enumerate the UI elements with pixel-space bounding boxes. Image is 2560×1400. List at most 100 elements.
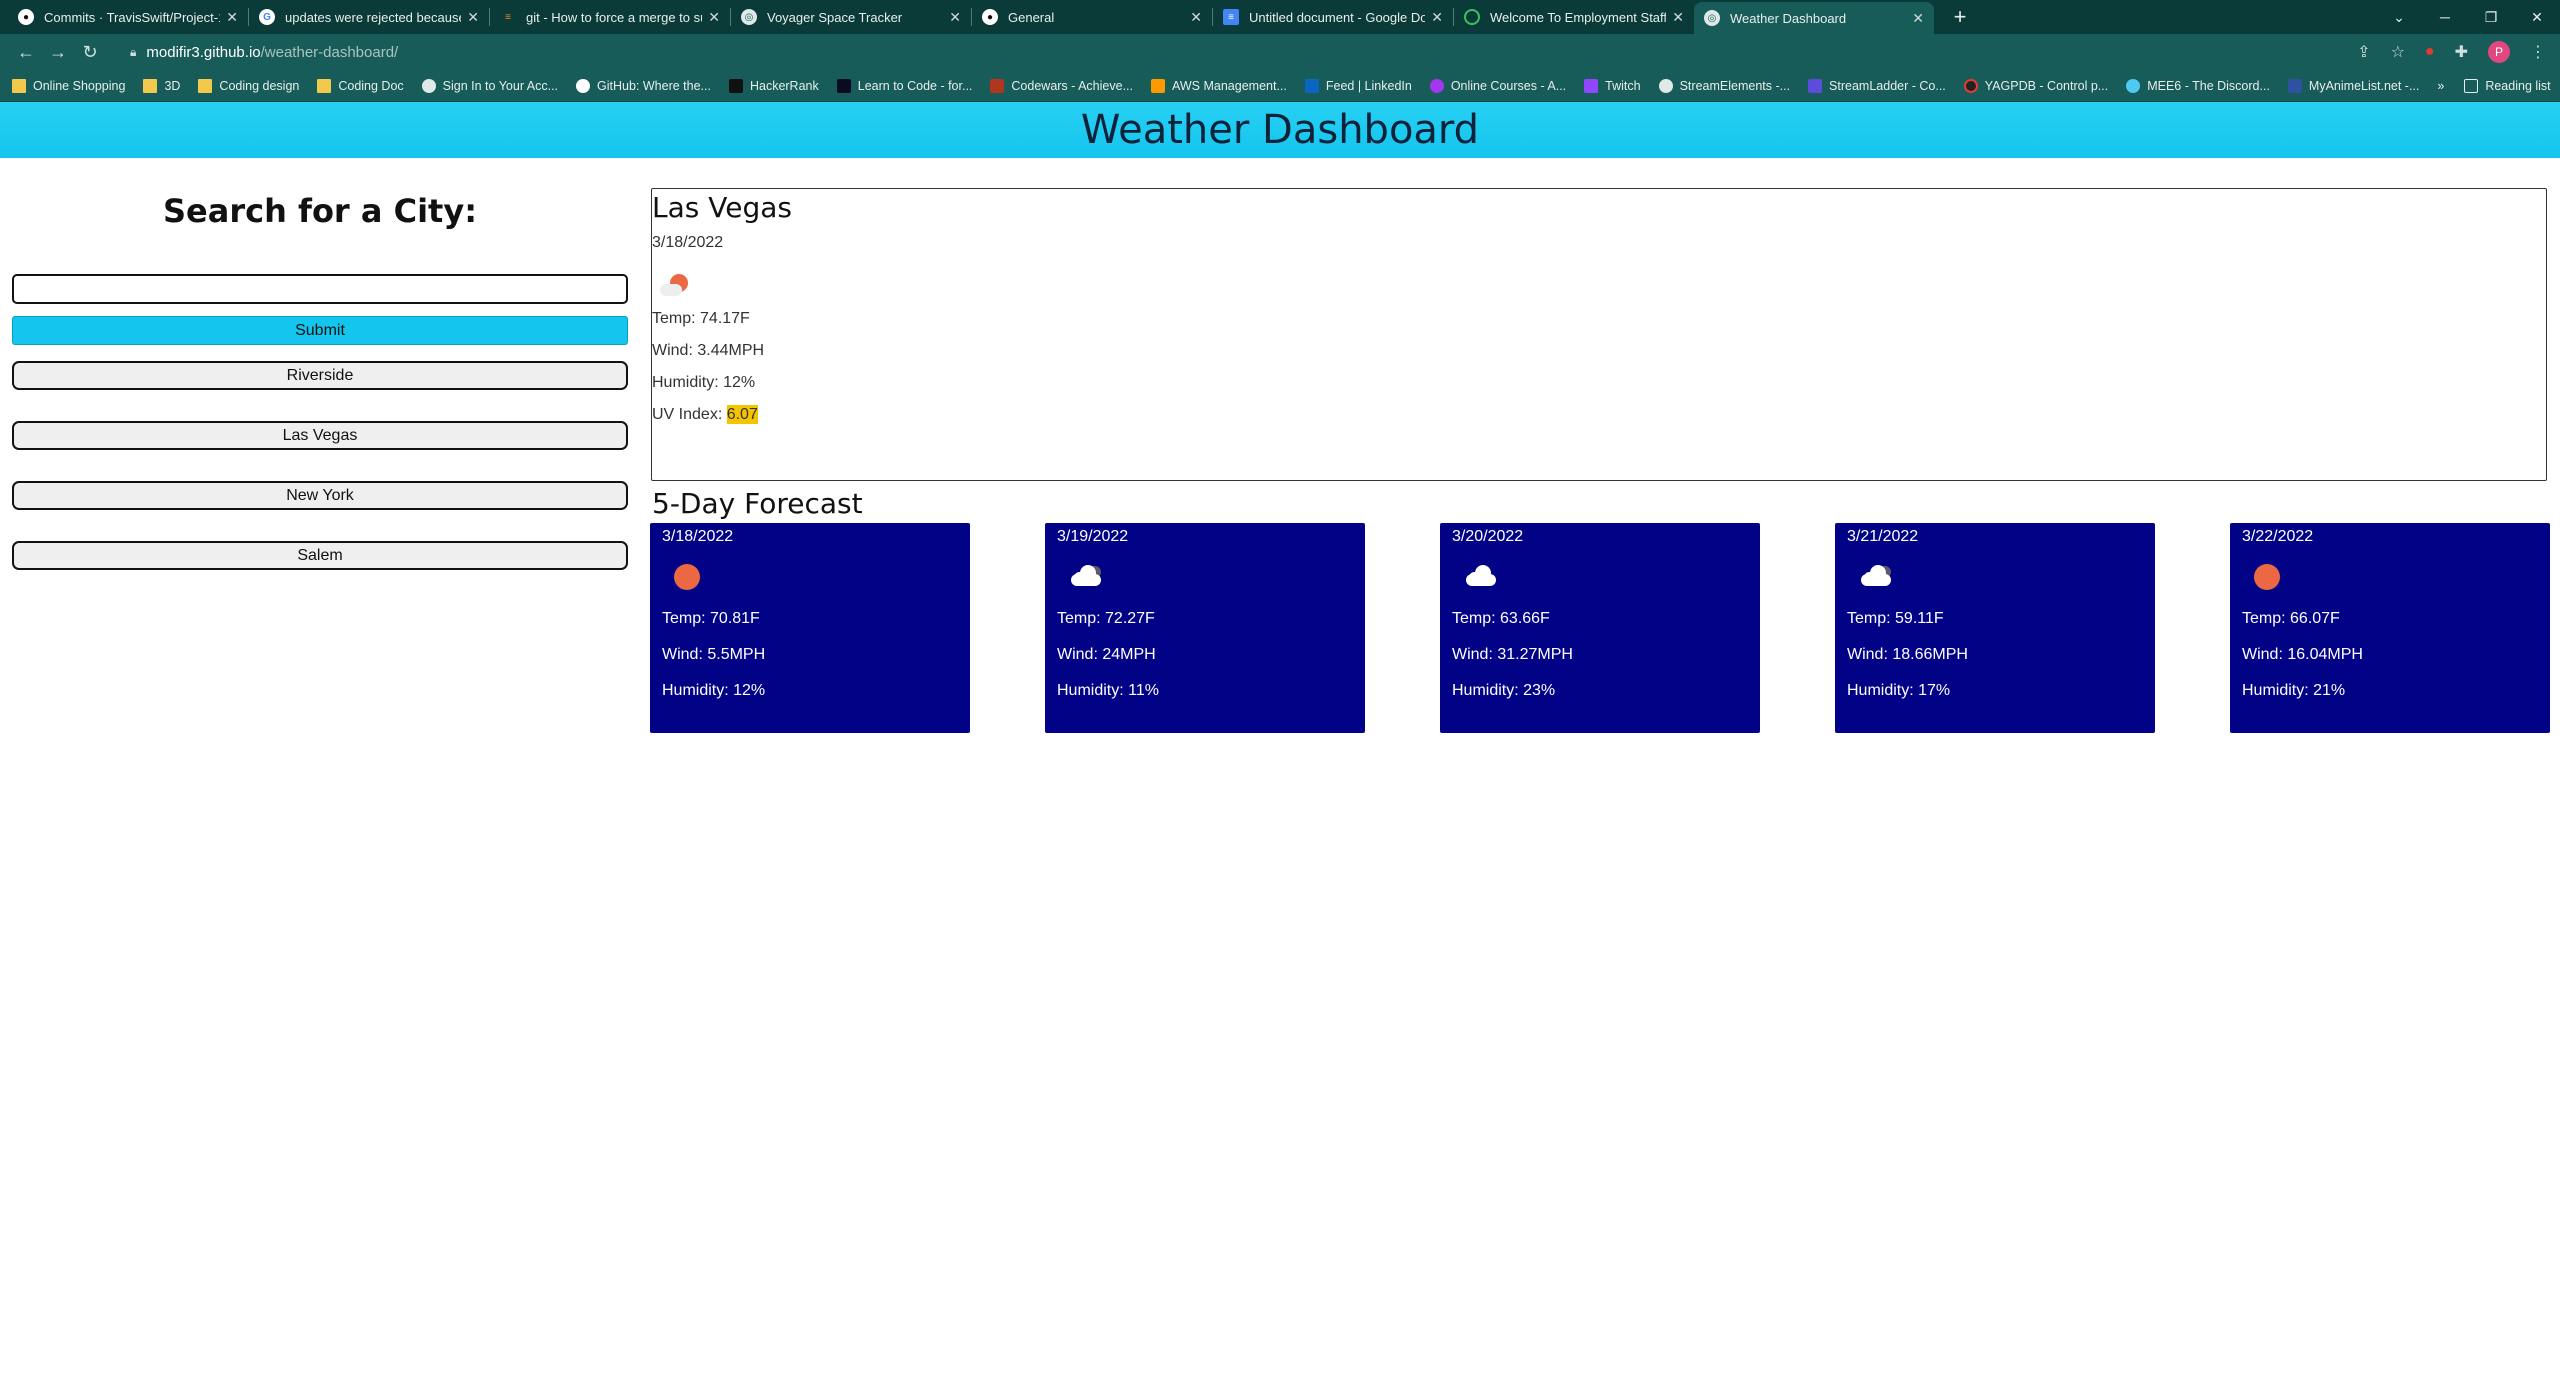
browser-tab-bar: ● Commits · TravisSwift/Project-1-T ✕ G … xyxy=(0,0,2560,34)
browser-tab[interactable]: ◎ Voyager Space Tracker ✕ xyxy=(731,0,971,34)
bookmark-item[interactable]: StreamElements -... xyxy=(1658,78,1790,93)
forecast-card: 3/21/2022 Temp: 59.11F Wind: 18.66MPH Hu… xyxy=(1835,523,2155,733)
bookmark-label: Coding design xyxy=(219,78,300,93)
browser-tab[interactable]: G updates were rejected because th ✕ xyxy=(249,0,489,34)
share-icon[interactable]: ⇪ xyxy=(2357,42,2370,62)
new-tab-icon[interactable]: + xyxy=(1948,4,1972,30)
extensions-puzzle-icon[interactable]: ✚ xyxy=(2455,42,2468,62)
tab-title: Welcome To Employment Staffin xyxy=(1490,9,1667,25)
close-icon[interactable]: ✕ xyxy=(708,9,720,26)
bookmark-item[interactable]: Twitch xyxy=(1584,78,1641,93)
extension-red-icon[interactable]: ● xyxy=(2425,43,2435,61)
lock-icon[interactable]: 🔒︎ xyxy=(130,45,136,60)
reading-list-icon xyxy=(2464,78,2479,93)
green-circle-icon xyxy=(1464,9,1480,25)
globe-icon xyxy=(421,78,436,93)
bookmark-star-icon[interactable]: ☆ xyxy=(2391,42,2405,62)
close-icon[interactable]: ✕ xyxy=(226,9,238,26)
browser-tab[interactable]: ● General ✕ xyxy=(972,0,1212,34)
freecodecamp-icon xyxy=(836,78,851,93)
github-icon: ● xyxy=(982,9,998,25)
forecast-humidity: Humidity: 11% xyxy=(1057,682,1159,699)
bookmark-item[interactable]: GitHub: Where the... xyxy=(576,78,711,93)
history-city-button[interactable]: Riverside xyxy=(12,361,628,390)
bookmark-label: Learn to Code - for... xyxy=(857,78,973,93)
close-icon[interactable]: ✕ xyxy=(1672,9,1684,26)
toolbar-actions: ⇪ ☆ ● ✚ P ⋮ xyxy=(2357,41,2550,63)
bookmark-item[interactable]: YAGPDB - Control p... xyxy=(1963,78,2108,93)
history-city-button[interactable]: Las Vegas xyxy=(12,421,628,450)
current-humidity: Humidity: 12% xyxy=(652,374,756,391)
current-date: 3/18/2022 xyxy=(652,234,724,251)
bookmark-label: MEE6 - The Discord... xyxy=(2147,78,2270,93)
mee6-icon xyxy=(2126,78,2141,93)
browser-tab[interactable]: ≡ git - How to force a merge to su ✕ xyxy=(490,0,730,34)
tab-title: updates were rejected because th xyxy=(285,9,462,25)
close-icon[interactable]: ✕ xyxy=(467,9,479,26)
bookmark-item[interactable]: Coding design xyxy=(198,78,300,93)
dark-cloud-icon xyxy=(1069,564,1103,586)
page-title: Weather Dashboard xyxy=(1080,107,1480,153)
bookmark-item[interactable]: Learn to Code - for... xyxy=(836,78,973,93)
docs-icon: ≡ xyxy=(1223,9,1239,25)
bookmark-label: Twitch xyxy=(1605,78,1641,93)
bookmark-item[interactable]: Codewars - Achieve... xyxy=(990,78,1133,93)
forecast-humidity: Humidity: 21% xyxy=(2242,682,2346,699)
hackerrank-icon xyxy=(728,78,743,93)
browser-tab[interactable]: Welcome To Employment Staffin ✕ xyxy=(1454,0,1694,34)
bookmark-item[interactable]: StreamLadder - Co... xyxy=(1808,78,1946,93)
close-icon[interactable]: ✕ xyxy=(949,9,961,26)
udemy-icon xyxy=(1429,78,1444,93)
twitch-icon xyxy=(1584,78,1599,93)
history-city-button[interactable]: New York xyxy=(12,481,628,510)
tab-search-icon[interactable]: ⌄ xyxy=(2376,9,2422,26)
search-panel: Search for a City: Submit Riverside Las … xyxy=(12,158,628,570)
search-heading: Search for a City: xyxy=(163,192,477,230)
bookmark-label: GitHub: Where the... xyxy=(597,78,711,93)
bookmark-item[interactable]: 3D xyxy=(143,78,180,93)
stackoverflow-icon: ≡ xyxy=(505,11,511,23)
current-weather-panel: Las Vegas 3/18/2022 Temp: 74.17F Wind: 3… xyxy=(651,188,2547,481)
minimize-icon[interactable]: ─ xyxy=(2422,9,2468,25)
tab-title: Commits · TravisSwift/Project-1-T xyxy=(44,9,221,25)
back-arrow-icon[interactable]: ← xyxy=(10,42,42,63)
window-close-icon[interactable]: ✕ xyxy=(2514,9,2560,26)
url-host: modifir3.github.io xyxy=(146,43,261,61)
close-icon[interactable]: ✕ xyxy=(1912,10,1924,27)
bookmark-item[interactable]: MEE6 - The Discord... xyxy=(2126,78,2270,93)
forecast-wind: Wind: 31.27MPH xyxy=(1452,646,1573,663)
tab-title: Voyager Space Tracker xyxy=(767,9,903,25)
restore-icon[interactable]: ❐ xyxy=(2468,9,2514,26)
browser-tab-active[interactable]: ◎ Weather Dashboard ✕ xyxy=(1694,2,1934,34)
browser-tab[interactable]: ● Commits · TravisSwift/Project-1-T ✕ xyxy=(8,0,248,34)
uv-value-badge: 6.07 xyxy=(726,405,758,424)
url-path: /weather-dashboard/ xyxy=(260,43,399,61)
bookmark-item[interactable]: Feed | LinkedIn xyxy=(1304,78,1412,93)
bookmark-item[interactable]: HackerRank xyxy=(728,78,819,93)
browser-tab[interactable]: ≡ Untitled document - Google Doc ✕ xyxy=(1213,0,1453,34)
forecast-card: 3/20/2022 Temp: 63.66F Wind: 31.27MPH Hu… xyxy=(1440,523,1760,733)
reload-icon[interactable]: ↻ xyxy=(74,42,106,63)
bookmark-item[interactable]: Coding Doc xyxy=(317,78,404,93)
forecast-temp: Temp: 59.11F xyxy=(1847,610,1944,627)
bookmark-item[interactable]: Sign In to Your Acc... xyxy=(421,78,558,93)
city-search-input[interactable] xyxy=(12,274,628,304)
forecast-icon-wrap xyxy=(674,564,958,594)
history-city-button[interactable]: Salem xyxy=(12,541,628,570)
close-icon[interactable]: ✕ xyxy=(1431,9,1443,26)
close-icon[interactable]: ✕ xyxy=(1190,9,1202,26)
profile-avatar[interactable]: P xyxy=(2488,41,2510,63)
url-field[interactable]: 🔒︎ modifir3.github.io/weather-dashboard/ xyxy=(116,38,2316,66)
bookmark-item[interactable]: Online Courses - A... xyxy=(1429,78,1566,93)
submit-button[interactable]: Submit xyxy=(12,316,628,345)
menu-kebab-icon[interactable]: ⋮ xyxy=(2530,42,2546,62)
reading-list-button[interactable]: Reading list xyxy=(2464,78,2551,93)
bookmark-item[interactable]: AWS Management... xyxy=(1151,78,1287,93)
bookmark-item[interactable]: Online Shopping xyxy=(12,78,125,93)
forward-arrow-icon[interactable]: → xyxy=(42,42,74,63)
forecast-icon-wrap xyxy=(1069,564,1353,594)
forecast-date: 3/18/2022 xyxy=(662,528,734,545)
more-bookmarks-button[interactable]: » xyxy=(2437,79,2444,93)
bookmark-item[interactable]: MyAnimeList.net -... xyxy=(2287,78,2419,93)
folder-icon xyxy=(198,78,213,93)
